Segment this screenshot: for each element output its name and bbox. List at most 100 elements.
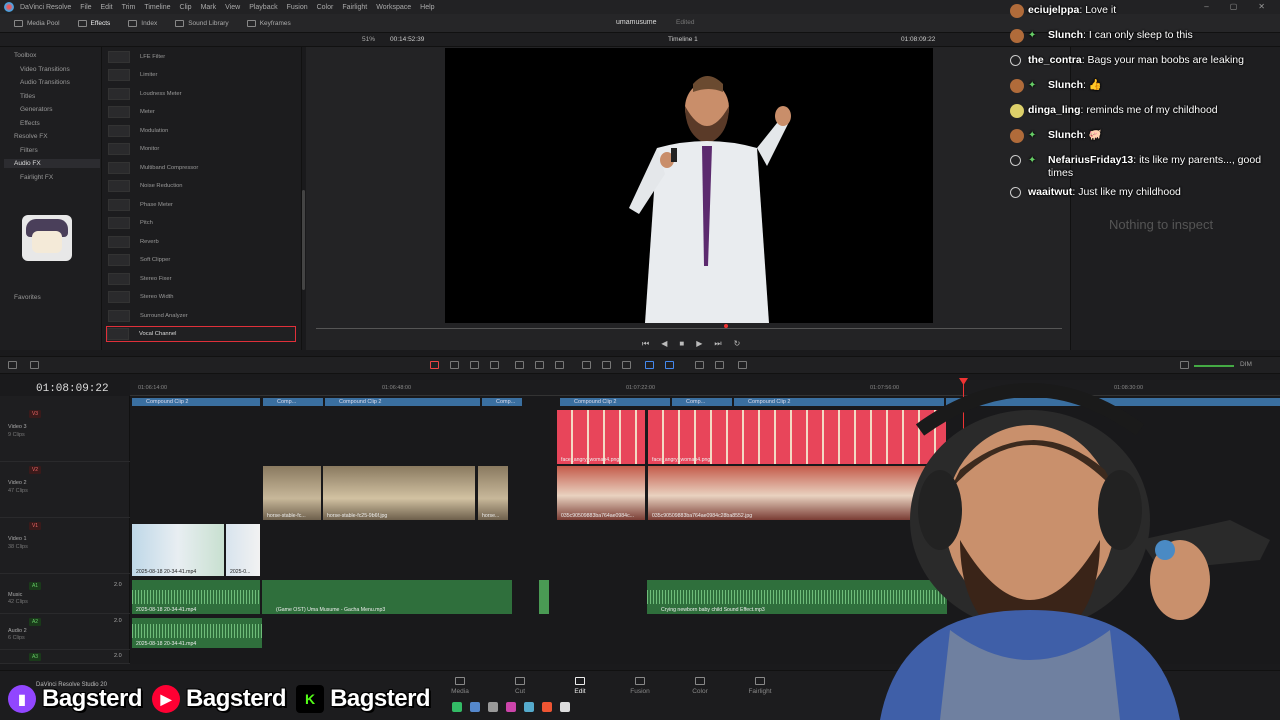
fx-item[interactable]: Stereo Fixer <box>108 271 298 287</box>
volume-slider[interactable] <box>1194 365 1234 367</box>
video-clip[interactable]: 035c90509883ba764ae0984c... <box>557 466 645 520</box>
compound-clip[interactable]: Compound Clip 2 <box>132 398 260 406</box>
menu-playback[interactable]: Playback <box>249 4 277 11</box>
nav-video-transitions[interactable]: Video Transitions <box>20 66 70 73</box>
audio-clip[interactable]: (Game OST) Uma Musume - Gacha Menu.mp3 <box>262 580 512 614</box>
menu-timeline[interactable]: Timeline <box>144 4 170 11</box>
video-clip[interactable]: horse-stable-fc25-9b6f.jpg <box>323 466 475 520</box>
fx-item[interactable]: Monitor <box>108 141 298 157</box>
compound-clip[interactable]: Comp... <box>482 398 522 406</box>
app-icon[interactable] <box>470 702 480 712</box>
menu-fusion[interactable]: Fusion <box>287 4 308 11</box>
page-tab-color[interactable]: Color <box>680 677 720 695</box>
app-icon[interactable] <box>542 702 552 712</box>
fx-item[interactable]: Modulation <box>108 123 298 139</box>
fx-item[interactable]: Reverb <box>108 234 298 250</box>
layout-icon[interactable] <box>8 361 17 369</box>
video-clip[interactable]: 2025-08-18 20-34-41.mp4 <box>132 524 224 576</box>
audio-clip[interactable] <box>539 580 549 614</box>
loop-icon[interactable]: ↻ <box>734 339 741 349</box>
dynamic-trim-icon[interactable] <box>470 361 479 369</box>
page-tab-fairlight[interactable]: Fairlight <box>740 677 780 695</box>
selection-tool-icon[interactable] <box>430 361 439 369</box>
track-header-v2[interactable]: V2 Video 2 47 Clips <box>0 462 130 518</box>
compound-clip[interactable]: Comp... <box>672 398 732 406</box>
effects-button[interactable]: Effects <box>74 18 115 29</box>
app-icon[interactable] <box>506 702 516 712</box>
track-header-a3[interactable]: A3 2.0 <box>0 650 130 664</box>
link-icon[interactable] <box>602 361 611 369</box>
compound-clip[interactable]: Compound Clip 2 <box>560 398 670 406</box>
snap-icon[interactable] <box>30 361 39 369</box>
video-clip[interactable]: horse-stable-fc... <box>263 466 321 520</box>
nav-effects[interactable]: Effects <box>20 120 40 127</box>
snapping-icon[interactable] <box>582 361 591 369</box>
favorites-header[interactable]: Favorites <box>14 294 41 301</box>
track-header-v3[interactable]: V3 Video 3 9 Clips <box>0 406 130 462</box>
fx-item[interactable]: Phase Meter <box>108 197 298 213</box>
fx-item[interactable]: Stereo Width <box>108 289 298 305</box>
fx-item[interactable]: Limiter <box>108 67 298 83</box>
fx-item[interactable]: Loudness Meter <box>108 86 298 102</box>
track-header-a1[interactable]: A1 Music 42 Clips 2.0 <box>0 578 130 614</box>
viewer-scrubber[interactable] <box>316 328 1062 329</box>
nav-audio-transitions[interactable]: Audio Transitions <box>20 79 70 86</box>
index-button[interactable]: Index <box>124 18 161 29</box>
menu-mark[interactable]: Mark <box>201 4 217 11</box>
menu-fairlight[interactable]: Fairlight <box>342 4 367 11</box>
page-tab-cut[interactable]: Cut <box>500 677 540 695</box>
insert-clip-icon[interactable] <box>515 361 524 369</box>
app-icon[interactable] <box>488 702 498 712</box>
lock-icon[interactable] <box>622 361 631 369</box>
nav-resolve-fx[interactable]: Resolve FX <box>14 133 48 140</box>
marker-icon[interactable] <box>665 361 674 369</box>
sound-library-button[interactable]: Sound Library <box>171 18 232 29</box>
video-clip[interactable]: 2025-0... <box>226 524 260 576</box>
nav-toolbox[interactable]: Toolbox <box>14 52 36 59</box>
menu-workspace[interactable]: Workspace <box>376 4 411 11</box>
nav-fairlight-fx[interactable]: Fairlight FX <box>20 174 53 181</box>
trim-tool-icon[interactable] <box>450 361 459 369</box>
fx-item-selected[interactable]: Vocal Channel <box>106 326 296 342</box>
nav-generators[interactable]: Generators <box>20 106 53 113</box>
skip-end-icon[interactable]: ⏭ <box>714 339 721 349</box>
play-icon[interactable]: ▶ <box>696 339 702 349</box>
skip-start-icon[interactable]: ⏮ <box>642 339 649 349</box>
page-tab-fusion[interactable]: Fusion <box>620 677 660 695</box>
menu-edit[interactable]: Edit <box>101 4 113 11</box>
page-tab-edit[interactable]: Edit <box>560 677 600 695</box>
flag-icon[interactable] <box>645 361 654 369</box>
menu-file[interactable]: File <box>80 4 91 11</box>
overwrite-clip-icon[interactable] <box>535 361 544 369</box>
app-icon[interactable] <box>524 702 534 712</box>
compound-clip[interactable]: Comp... <box>263 398 323 406</box>
menu-trim[interactable]: Trim <box>122 4 136 11</box>
menu-help[interactable]: Help <box>420 4 434 11</box>
timeline-selector[interactable]: Timeline 1 <box>668 36 698 43</box>
media-pool-button[interactable]: Media Pool <box>10 18 64 29</box>
fx-list-scrollbar[interactable] <box>302 190 305 290</box>
fx-item[interactable]: Surround Analyzer <box>108 308 298 324</box>
menu-clip[interactable]: Clip <box>180 4 192 11</box>
fx-item[interactable]: Noise Reduction <box>108 178 298 194</box>
fx-item[interactable]: LFE Filter <box>108 49 298 65</box>
blade-tool-icon[interactable] <box>490 361 499 369</box>
menu-color[interactable]: Color <box>317 4 334 11</box>
viewer-zoom[interactable]: 51% <box>362 36 375 43</box>
keyframes-button[interactable]: Keyframes <box>243 18 295 29</box>
nav-titles[interactable]: Titles <box>20 93 35 100</box>
video-clip[interactable]: face_angry_woman4.png <box>557 410 645 464</box>
audio-clip[interactable]: 2025-08-18 20-34-41.mp4 <box>132 618 262 648</box>
replace-clip-icon[interactable] <box>555 361 564 369</box>
zoom-detail-icon[interactable] <box>715 361 724 369</box>
fx-item[interactable]: Meter <box>108 104 298 120</box>
audio-clip[interactable]: 2025-08-18 20-34-41.mp4 <box>132 580 260 614</box>
reverse-icon[interactable]: ◀ <box>661 339 667 349</box>
compound-clip[interactable]: Compound Clip 2 <box>325 398 480 406</box>
zoom-custom-icon[interactable] <box>738 361 747 369</box>
speaker-icon[interactable] <box>1180 361 1189 369</box>
nav-filters[interactable]: Filters <box>20 147 38 154</box>
fx-item[interactable]: Pitch <box>108 215 298 231</box>
track-header-a2[interactable]: A2 Audio 2 6 Clips 2.0 <box>0 614 130 650</box>
fx-item[interactable]: Soft Clipper <box>108 252 298 268</box>
